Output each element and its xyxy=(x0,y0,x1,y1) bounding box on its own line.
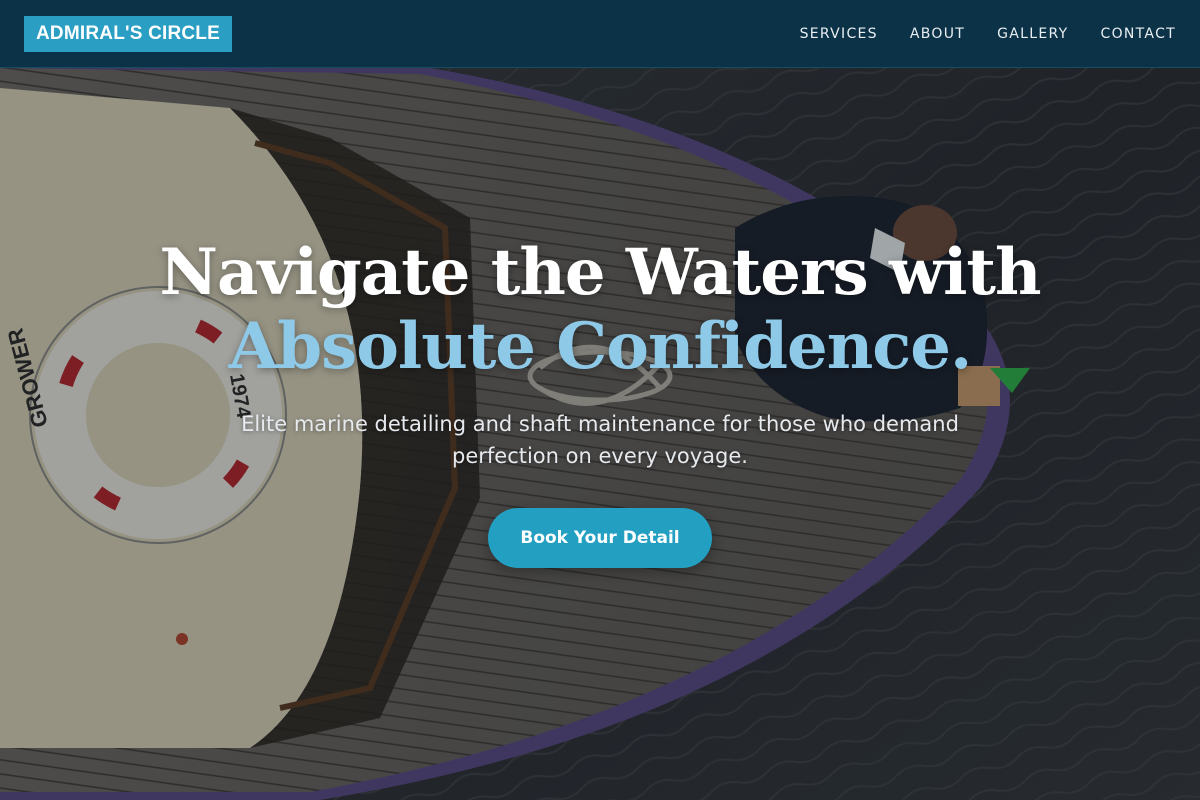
headline-line-1: Navigate the Waters with xyxy=(159,235,1042,310)
nav-link-gallery[interactable]: GALLERY xyxy=(997,26,1068,42)
nav-link-about[interactable]: ABOUT xyxy=(910,26,965,42)
hero-content: Navigate the Waters with Absolute Confid… xyxy=(0,236,1200,568)
headline-line-2-accent: Absolute Confidence. xyxy=(228,309,973,384)
nav-link-services[interactable]: SERVICES xyxy=(800,26,878,42)
top-navbar: ADMIRAL'S CIRCLE SERVICES ABOUT GALLERY … xyxy=(0,0,1200,68)
nav-link-contact[interactable]: CONTACT xyxy=(1101,26,1177,42)
brand-logo[interactable]: ADMIRAL'S CIRCLE xyxy=(24,16,232,52)
nav-menu: SERVICES ABOUT GALLERY CONTACT xyxy=(800,0,1176,68)
book-detail-button[interactable]: Book Your Detail xyxy=(488,508,712,568)
hero-headline: Navigate the Waters with Absolute Confid… xyxy=(0,236,1200,384)
hero-section: GROWER 1974 Navigate the Waters with Abs… xyxy=(0,68,1200,800)
hero-subheadline: Elite marine detailing and shaft mainten… xyxy=(241,412,959,468)
